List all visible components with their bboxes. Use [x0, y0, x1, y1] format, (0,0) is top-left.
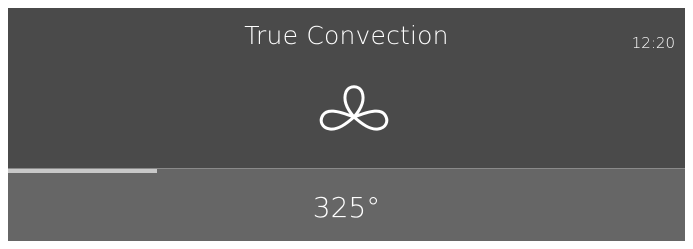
oven-display: True Convection 12:20 325°	[8, 8, 685, 241]
mode-panel[interactable]: True Convection 12:20	[8, 8, 685, 168]
temperature-panel[interactable]: 325°	[8, 173, 685, 241]
temperature-value: 325°	[312, 191, 381, 224]
mode-title: True Convection	[244, 21, 449, 50]
fan-icon	[319, 85, 389, 131]
clock: 12:20	[631, 34, 675, 52]
